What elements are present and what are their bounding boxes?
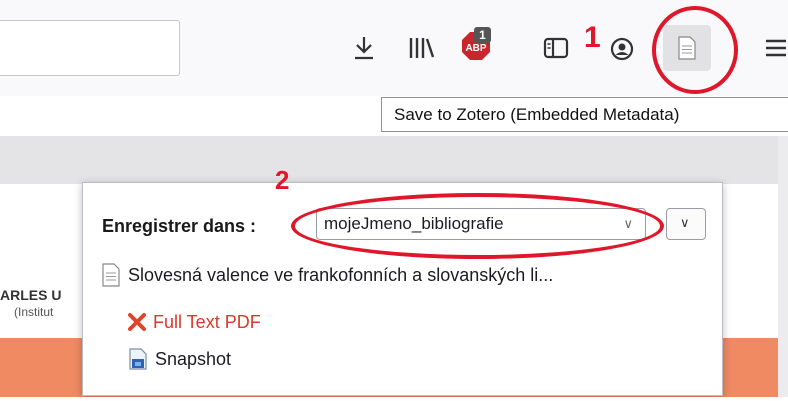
page-side-subtext: (Institut	[14, 305, 54, 319]
browser-toolbar: ABP 1 1	[0, 0, 788, 96]
adblock-badge: 1	[474, 27, 491, 43]
page-header-band	[0, 136, 788, 184]
zotero-save-popup: 2 Enregistrer dans : mojeJmeno_bibliogra…	[82, 165, 723, 396]
item-title: Slovesná valence ve frankofonních a slov…	[128, 265, 554, 285]
adblock-plus-icon[interactable]: ABP 1	[460, 27, 492, 62]
annotation-number-2: 2	[275, 165, 290, 195]
page-side-text: ARLES U	[0, 287, 62, 303]
hamburger-menu-icon[interactable]	[765, 38, 787, 58]
download-icon[interactable]	[352, 35, 376, 61]
attachment-label-snapshot: Snapshot	[155, 349, 232, 369]
failed-x-icon	[127, 312, 147, 337]
url-bar[interactable]	[0, 20, 180, 76]
document-icon	[102, 263, 120, 292]
chevron-down-icon: ∨	[680, 216, 690, 231]
save-to-label: Enregistrer dans :	[102, 216, 257, 236]
page-scrollbar[interactable]	[778, 136, 788, 401]
annotation-circle-1	[652, 6, 738, 94]
annotation-number-1: 1	[584, 21, 601, 54]
attachment-label-pdf: Full Text PDF	[153, 312, 261, 332]
library-icon[interactable]	[408, 35, 436, 61]
expand-tree-button[interactable]: ∨	[666, 208, 706, 240]
sidebar-icon[interactable]	[543, 37, 569, 59]
svg-text:ABP: ABP	[465, 43, 486, 54]
account-icon[interactable]	[610, 37, 634, 61]
page-bottom-strip	[0, 397, 788, 401]
snapshot-icon	[127, 347, 149, 376]
annotation-circle-2	[291, 193, 664, 259]
zotero-tooltip: Save to Zotero (Embedded Metadata)	[381, 97, 788, 132]
